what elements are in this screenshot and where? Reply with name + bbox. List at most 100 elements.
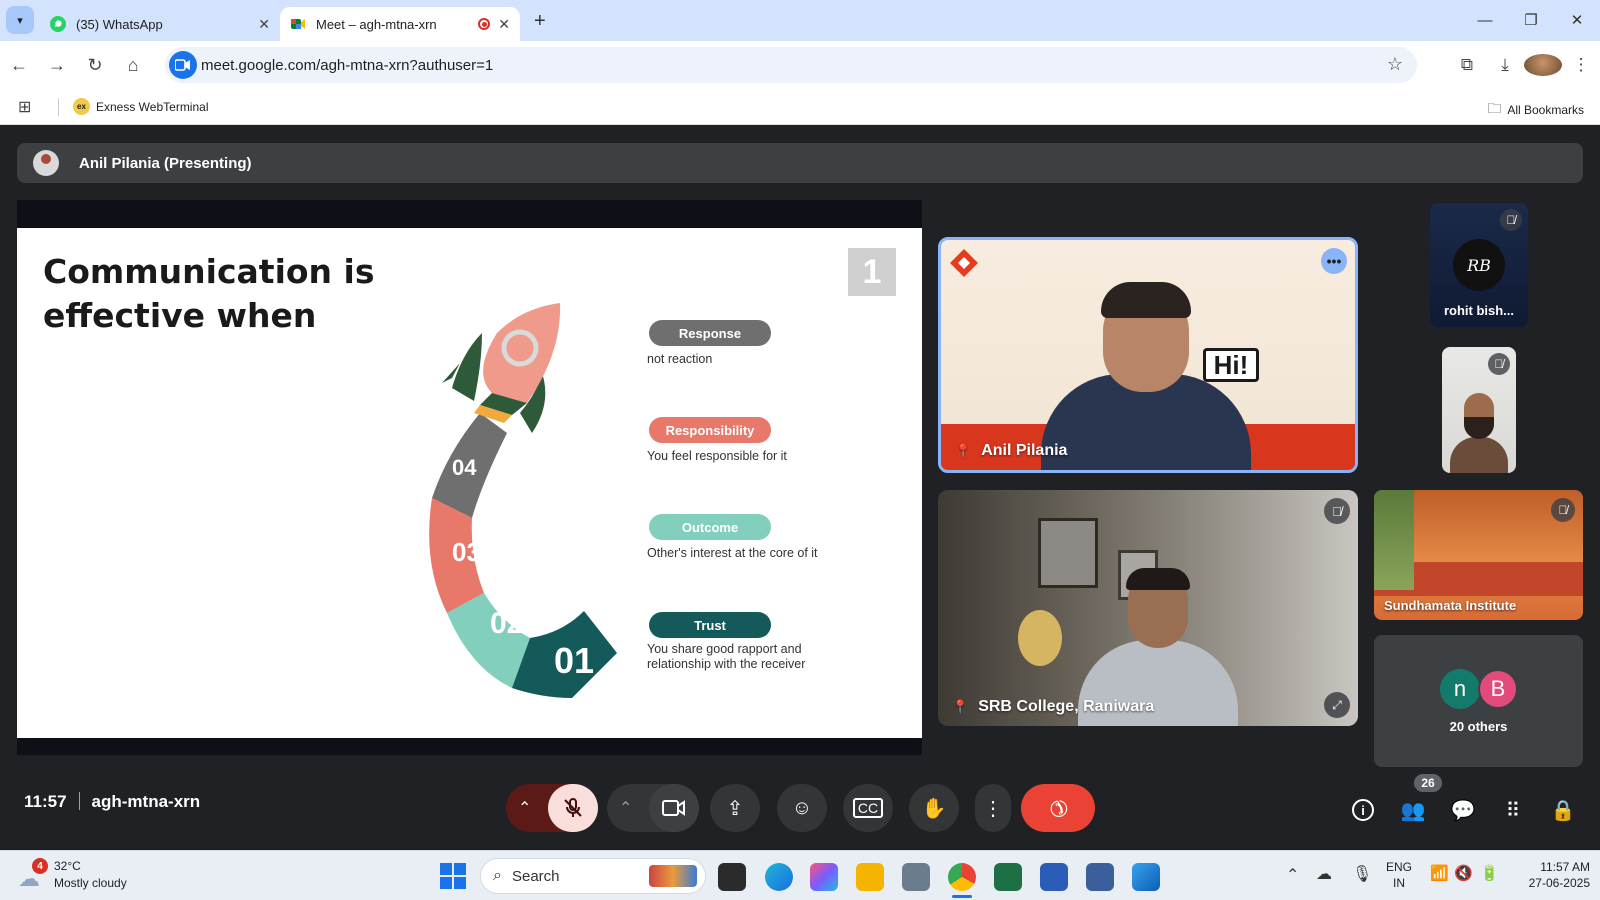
rocket-graphic: 04 03 02 01 [429,303,617,698]
show-hidden-icons-chevron[interactable]: ⌃ [1286,865,1299,885]
windows-taskbar: ☁ 4 32°C Mostly cloudy ⌕ Search ⌃ ☁ 🎙 EN… [0,850,1600,900]
microphone-icon[interactable]: 🎙 [1352,864,1372,884]
participant-tile-rohit[interactable]: 🎙̸ RB rohit bish... [1430,203,1528,327]
participant-tile-guest[interactable]: 🎙̸ [1442,347,1516,473]
wifi-icon[interactable]: 📶 [1430,864,1449,882]
activities-button[interactable]: ⠿ [1495,792,1531,828]
calculator-icon[interactable] [902,863,930,891]
system-clock[interactable]: 11:57 AM 27-06-2025 [1508,859,1590,891]
copilot-icon[interactable] [810,863,838,891]
audio-options-chevron-icon[interactable]: ⌃ [518,798,531,818]
search-highlight-icon [649,865,697,887]
bookmark-exness[interactable]: ex Exness WebTerminal [73,98,209,115]
emoji-reaction-button[interactable]: ☺ [777,784,827,832]
excel-icon[interactable] [994,863,1022,891]
photos-icon[interactable] [1132,863,1160,891]
person-video [1450,393,1508,473]
tab-whatsapp[interactable]: (35) WhatsApp ✕ [40,7,280,41]
lock-person-icon: 🔒 [1550,799,1576,822]
chrome-icon[interactable] [948,863,976,891]
tab-search-button[interactable]: ▾ [6,6,34,34]
battery-icon[interactable]: 🔋 [1480,864,1499,882]
presenting-label: Anil Pilania (Presenting) [79,154,252,172]
expand-icon[interactable]: ⤢ [1324,692,1350,718]
file-explorer-icon[interactable] [856,863,884,891]
people-icon: 👥 [1400,799,1426,822]
avatar [1524,54,1562,76]
apps-grid-icon[interactable]: ⊞ [18,97,40,117]
home-icon[interactable]: ⌂ [114,55,152,76]
hand-icon: ✋ [921,797,947,820]
whatsapp-icon [50,16,66,32]
step-pill-responsibility: Responsibility [649,417,771,443]
reload-icon[interactable]: ↻ [76,55,114,76]
chat-button[interactable]: 💬 [1445,792,1481,828]
step-pill-response: Response [649,320,771,346]
leave-call-button[interactable]: ✆ [1021,784,1095,832]
participant-tile-main[interactable]: ••• Hi! 📍 Anil Pilania [938,237,1358,473]
participant-name: rohit bish... [1443,303,1515,318]
minimize-icon[interactable]: — [1462,0,1508,40]
camera-button[interactable] [649,784,699,832]
weather-temp: 32°C [54,859,81,873]
clock-date: 27-06-2025 [1528,876,1590,890]
present-screen-button[interactable]: ⇪ [710,784,760,832]
close-window-icon[interactable]: ✕ [1554,0,1600,40]
participant-tile-sundhamata[interactable]: 🎙̸ Sundhamata Institute [1374,490,1583,620]
forward-icon[interactable]: → [38,55,76,76]
people-button[interactable]: 👥 [1395,792,1431,828]
profile-avatar[interactable] [1524,54,1562,76]
video-options-chevron-icon[interactable]: ⌃ [619,798,632,818]
weather-widget[interactable]: ☁ 4 32°C Mostly cloudy [18,858,148,894]
bookmark-star-icon[interactable]: ☆ [1387,54,1403,75]
wall-frame [1018,610,1062,666]
participant-tile-others[interactable]: n B 20 others [1374,635,1583,767]
address-bar[interactable]: meet.google.com/agh-mtna-xrn?authuser=1 … [165,47,1417,83]
tab-meet[interactable]: Meet – agh-mtna-xrn ✕ [280,7,520,41]
tab-title: (35) WhatsApp [76,16,163,32]
host-controls-button[interactable]: 🔒 [1545,792,1581,828]
language-indicator[interactable]: ENG IN [1386,859,1412,891]
recording-icon [478,18,491,30]
participant-tile-srb[interactable]: 🎙̸ ⤢ 📍 SRB College, Raniwara [938,490,1358,726]
new-tab-button[interactable]: + [534,10,546,33]
more-options-button[interactable]: ⋮ [975,784,1011,832]
extensions-icon[interactable]: ⧉ [1448,55,1486,75]
avatar: B [1478,669,1518,709]
weather-badge: 4 [32,858,48,874]
mic-off-button[interactable] [548,784,598,832]
edge-icon[interactable] [765,863,793,891]
close-tab-icon[interactable]: ✕ [258,16,270,33]
active-app-indicator [952,895,972,898]
meet-stage: Anil Pilania (Presenting) Communication … [0,125,1600,850]
step-desc: You feel responsible for it [647,449,787,463]
more-options-icon[interactable]: ••• [1321,248,1347,274]
app-icon[interactable] [1086,863,1114,891]
site-info-icon[interactable] [169,51,197,79]
word-icon[interactable] [1040,863,1068,891]
start-button[interactable] [440,863,466,889]
captions-icon: CC [852,798,884,818]
chat-icon: 💬 [1450,799,1476,822]
download-icon[interactable]: ⤓ [1486,55,1524,75]
menu-dots-icon[interactable]: ⋮ [1562,55,1600,75]
step-number: 02 [490,607,523,640]
meeting-details-button[interactable]: i [1345,792,1381,828]
restore-icon[interactable]: ❐ [1508,0,1554,40]
step-pill-outcome: Outcome [649,514,771,540]
speaker-muted-icon[interactable]: 🔇 [1454,864,1473,882]
back-icon[interactable]: ← [0,55,38,76]
onedrive-icon[interactable]: ☁ [1316,864,1332,884]
others-count: 20 others [1449,719,1508,734]
task-view-icon[interactable] [718,863,746,891]
url-text: meet.google.com/agh-mtna-xrn?authuser=1 [201,56,494,74]
captions-button[interactable]: CC [843,784,893,832]
meeting-time: 11:57 [24,792,67,811]
step-desc: not reaction [647,352,713,366]
exness-icon: ex [73,98,90,115]
all-bookmarks-button[interactable]: 🗀 All Bookmarks [1487,98,1584,122]
mic-off-icon: 🎙̸ [1324,498,1350,524]
close-tab-icon[interactable]: ✕ [498,16,510,33]
taskbar-search[interactable]: ⌕ Search [480,858,706,894]
raise-hand-button[interactable]: ✋ [909,784,959,832]
